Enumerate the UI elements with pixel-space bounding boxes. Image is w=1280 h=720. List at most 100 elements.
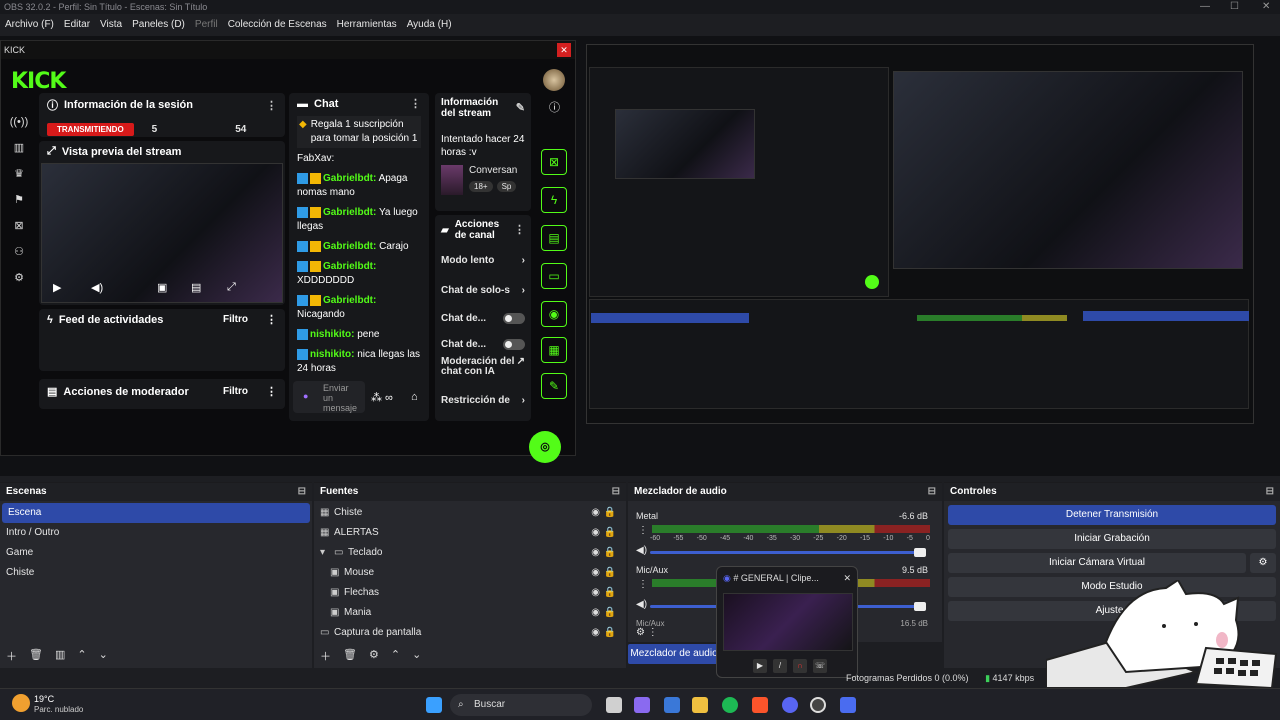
- phone-icon[interactable]: ☏: [813, 659, 827, 673]
- volume-icon[interactable]: ◀): [91, 281, 103, 294]
- popout-icon[interactable]: ⊟: [1266, 483, 1274, 501]
- gear-icon[interactable]: ⚙: [5, 265, 33, 291]
- lock-icon[interactable]: 🔒: [604, 563, 616, 583]
- eye-icon[interactable]: ◉: [591, 503, 600, 523]
- store-icon[interactable]: [664, 697, 680, 713]
- close-icon[interactable]: ✕: [1262, 0, 1270, 14]
- scene-item[interactable]: Chiste: [0, 563, 312, 583]
- lock-icon[interactable]: 🔒: [604, 523, 616, 543]
- popout-icon[interactable]: ⊟: [298, 483, 306, 501]
- copilot-icon[interactable]: [634, 697, 650, 713]
- lock-icon[interactable]: 🔒: [604, 503, 616, 523]
- community-icon[interactable]: ⚑: [5, 187, 33, 213]
- maximize-icon[interactable]: ☐: [1230, 0, 1239, 14]
- layout-icon[interactable]: ▦: [541, 337, 567, 363]
- chat-icon[interactable]: ▭: [541, 263, 567, 289]
- more-icon[interactable]: ⋮: [266, 99, 277, 112]
- store-icon[interactable]: ⌂: [411, 391, 418, 403]
- more-icon[interactable]: ⋮: [638, 525, 648, 536]
- restriction-row[interactable]: Restricción de ›: [441, 395, 525, 407]
- eye-icon[interactable]: ◉: [591, 563, 600, 583]
- eye-icon[interactable]: ◉: [591, 523, 600, 543]
- discord-icon[interactable]: [782, 697, 798, 713]
- source-item[interactable]: ▣ Flechas ◉ 🔒: [314, 583, 626, 603]
- chat-user[interactable]: nishikito:: [310, 329, 354, 340]
- close-icon[interactable]: ✕: [557, 43, 571, 57]
- mic-icon[interactable]: ●: [303, 391, 308, 401]
- expand-icon[interactable]: ▾: [320, 543, 325, 563]
- chat-user[interactable]: Gabrielbdt:: [323, 261, 376, 272]
- headset-icon[interactable]: ◎: [529, 431, 561, 463]
- analytics-icon[interactable]: ▥: [5, 135, 33, 161]
- weather-icon[interactable]: [12, 694, 30, 712]
- chevron-down-icon[interactable]: ⌄: [99, 648, 108, 664]
- mixer-tab[interactable]: Mezclador de audio: [628, 644, 720, 664]
- discord-preview-popup[interactable]: ◉ # GENERAL | Clipe... ✕ ▶ / ∩ ☏: [716, 566, 858, 678]
- source-item[interactable]: ▦ ALERTAS ◉ 🔒: [314, 523, 626, 543]
- menu-archivo[interactable]: Archivo (F): [5, 19, 54, 30]
- more-icon[interactable]: ⋮: [410, 97, 421, 110]
- more-icon[interactable]: ⋮: [514, 224, 525, 236]
- more-icon[interactable]: ⋮: [266, 313, 277, 326]
- filter-icon[interactable]: ▥: [55, 648, 65, 664]
- chat-user[interactable]: Gabrielbdt:: [323, 241, 376, 252]
- bolt-icon[interactable]: ϟ: [541, 187, 567, 213]
- close-icon[interactable]: ✕: [843, 567, 851, 589]
- scene-item[interactable]: Intro / Outro: [0, 523, 312, 543]
- eye-icon[interactable]: ◉: [591, 583, 600, 603]
- menu-editar[interactable]: Editar: [64, 19, 90, 30]
- virtual-cam-button[interactable]: Iniciar Cámara Virtual: [948, 553, 1246, 573]
- start-record-button[interactable]: Iniciar Grabación: [948, 529, 1276, 549]
- popout-icon[interactable]: ⊟: [612, 483, 620, 501]
- source-item[interactable]: ▭ Captura de pantalla ◉ 🔒: [314, 623, 626, 643]
- menu-coleccion[interactable]: Colección de Escenas: [228, 19, 327, 30]
- speaker-icon[interactable]: ◀): [636, 545, 647, 556]
- add-icon[interactable]: ＋: [320, 648, 331, 664]
- chat-user[interactable]: Gabrielbdt:: [323, 173, 376, 184]
- task-view-icon[interactable]: [606, 697, 622, 713]
- moderation-icon[interactable]: ⊠: [541, 149, 567, 175]
- weather-temp[interactable]: 19°C: [34, 694, 54, 704]
- popout-icon[interactable]: ⊟: [928, 483, 936, 501]
- scene-item[interactable]: Game: [0, 543, 312, 563]
- pip-icon[interactable]: ▣: [157, 281, 167, 294]
- menu-vista[interactable]: Vista: [100, 19, 122, 30]
- spotify-icon[interactable]: [722, 697, 738, 713]
- notes-icon[interactable]: ▤: [541, 225, 567, 251]
- subs-only-row[interactable]: Chat de solo-s ›: [441, 285, 525, 313]
- camera-icon[interactable]: ▶: [753, 659, 767, 673]
- source-item[interactable]: ▣ Mouse ◉ 🔒: [314, 563, 626, 583]
- menu-ayuda[interactable]: Ayuda (H): [407, 19, 452, 30]
- broadcast-icon[interactable]: ◉: [541, 301, 567, 327]
- source-item[interactable]: ▣ Mania ◉ 🔒: [314, 603, 626, 623]
- chevron-down-icon[interactable]: ⌄: [412, 648, 421, 664]
- source-item[interactable]: ▦ Chiste ◉ 🔒: [314, 503, 626, 523]
- chat-user[interactable]: nishikito:: [310, 349, 354, 360]
- chevron-up-icon[interactable]: ⌃: [77, 648, 86, 664]
- category-thumbnail[interactable]: [441, 165, 463, 195]
- folder-icon[interactable]: [692, 697, 708, 713]
- gear-icon[interactable]: ⚙: [1250, 553, 1276, 573]
- speaker-icon[interactable]: ◀): [636, 599, 647, 610]
- activity-filter[interactable]: Filtro: [223, 314, 248, 325]
- toggle-2[interactable]: [503, 339, 525, 350]
- lock-icon[interactable]: 🔒: [604, 603, 616, 623]
- mic-icon[interactable]: /: [773, 659, 787, 673]
- chat-user[interactable]: FabXav:: [297, 153, 334, 164]
- taskbar-search[interactable]: ⌕ Buscar: [450, 694, 592, 716]
- fullscreen-icon[interactable]: ⤢: [227, 281, 236, 294]
- chevron-up-icon[interactable]: ⌃: [391, 648, 400, 664]
- slow-mode-row[interactable]: Modo lento ›: [441, 255, 525, 285]
- trophy-icon[interactable]: ♛: [5, 161, 33, 187]
- toggle-1[interactable]: [503, 313, 525, 324]
- gear-icon[interactable]: ⚙ ⋮: [636, 627, 658, 638]
- eye-icon[interactable]: ◉: [591, 543, 600, 563]
- volume-slider[interactable]: [650, 548, 926, 557]
- menu-paneles[interactable]: Paneles (D): [132, 19, 185, 30]
- emote-icon[interactable]: ⁂ ∞: [371, 391, 393, 404]
- chat-user[interactable]: Gabrielbdt:: [323, 207, 376, 218]
- eye-icon[interactable]: ◉: [591, 603, 600, 623]
- users-icon[interactable]: ⚇: [5, 239, 33, 265]
- scene-item[interactable]: Escena: [2, 503, 310, 523]
- add-icon[interactable]: ＋: [6, 648, 17, 664]
